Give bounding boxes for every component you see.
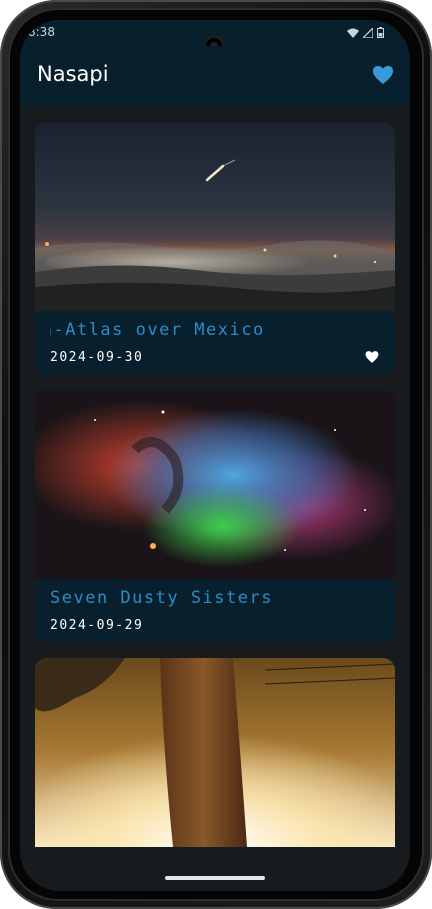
screen: 8:38 Nasapi -Atlas over Mexico 2024-09-3…	[20, 20, 410, 891]
apod-image[interactable]	[35, 122, 395, 311]
apod-card[interactable]: Seven Dusty Sisters 2024-09-29	[35, 390, 395, 642]
status-time: 8:38	[28, 25, 55, 39]
navigation-bar	[20, 848, 410, 891]
apod-date: 2024-09-29	[50, 618, 144, 633]
app-bar: Nasapi	[20, 46, 410, 106]
apod-image[interactable]	[35, 658, 395, 847]
apod-card[interactable]: Comet Tsuchinshan-Atlas over Mexico 2024…	[35, 122, 395, 374]
app-title: Nasapi	[37, 62, 109, 86]
signal-icon	[363, 27, 373, 38]
apod-title: Seven Dusty Sisters	[50, 588, 380, 610]
apod-image[interactable]	[35, 390, 395, 579]
status-icons	[347, 27, 384, 38]
favorites-heart-icon[interactable]	[372, 64, 394, 86]
home-indicator[interactable]	[165, 876, 265, 880]
apod-title: Comet Tsuchinshan-Atlas over Mexico	[50, 320, 380, 342]
battery-icon	[377, 27, 384, 38]
heart-icon[interactable]	[365, 350, 379, 364]
apod-title-text: Comet Tsuchinshan-Atlas over Mexico	[50, 320, 265, 340]
apod-date: 2024-09-30	[50, 350, 144, 365]
apod-title-text: Seven Dusty Sisters	[50, 588, 273, 608]
wifi-icon	[347, 28, 359, 38]
